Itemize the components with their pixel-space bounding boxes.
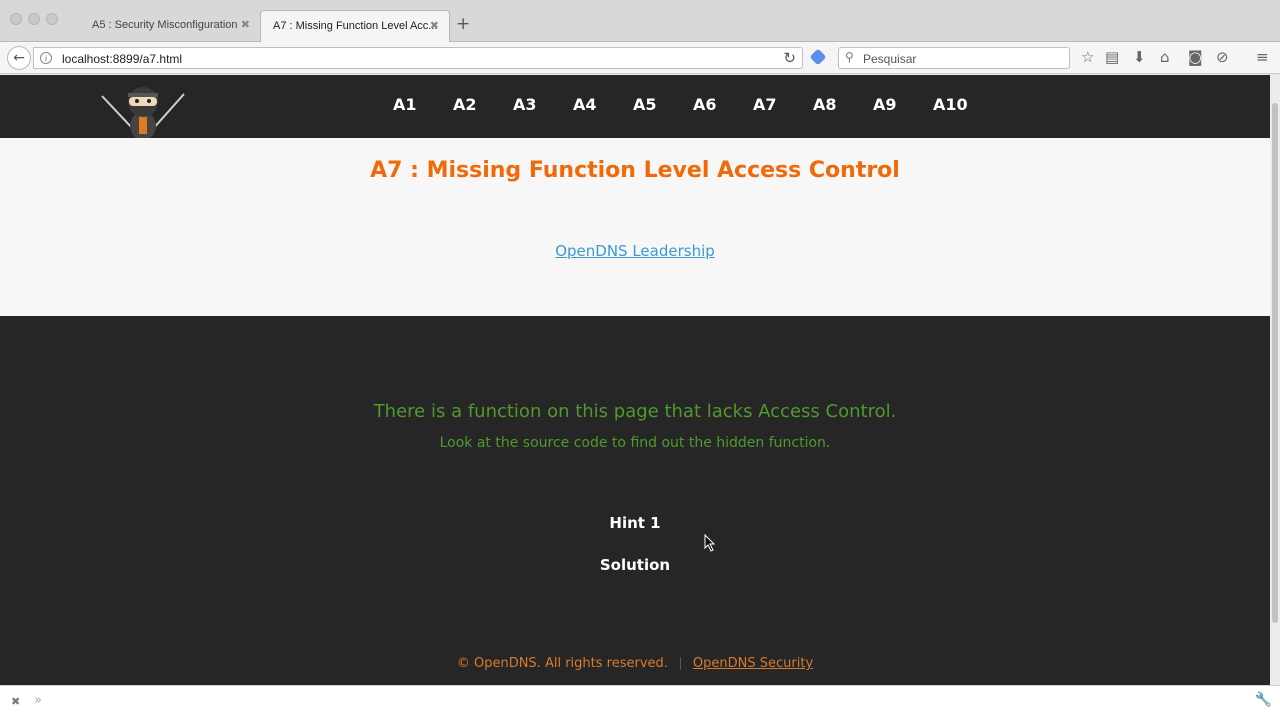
info-icon[interactable]: i bbox=[40, 52, 52, 64]
nav-link-a8[interactable]: A8 bbox=[813, 95, 837, 114]
tab-a5[interactable]: A5 : Security Misconfiguration ✖ bbox=[80, 10, 260, 42]
nav-link-a6[interactable]: A6 bbox=[693, 95, 717, 114]
challenge-instruction: Look at the source code to find out the … bbox=[439, 435, 831, 451]
nav-link-a1[interactable]: A1 bbox=[393, 95, 417, 114]
extension-icon[interactable] bbox=[809, 48, 827, 66]
opendns-leadership-link[interactable]: OpenDNS Leadership bbox=[0, 242, 1270, 260]
pocket-icon[interactable]: ◙ bbox=[1188, 48, 1203, 66]
addon-icon[interactable]: ⊘ bbox=[1216, 48, 1229, 66]
nav-link-a2[interactable]: A2 bbox=[453, 95, 477, 114]
star-icon[interactable]: ☆ bbox=[1081, 48, 1094, 66]
opendns-security-link[interactable]: OpenDNS Security bbox=[693, 656, 813, 671]
wrench-icon[interactable]: 🔧 bbox=[1255, 692, 1272, 708]
window-close-dot[interactable] bbox=[10, 13, 22, 25]
footer-divider bbox=[679, 657, 681, 670]
developer-bottom-bar: ✖ » 🔧 bbox=[0, 685, 1280, 720]
solution-button[interactable]: Solution bbox=[0, 556, 1270, 574]
menu-icon[interactable]: ≡ bbox=[1256, 48, 1269, 66]
url-text: localhost:8899/a7.html bbox=[62, 52, 183, 66]
window-minimize-dot[interactable] bbox=[28, 13, 40, 25]
footer-copyright: © OpenDNS. All rights reserved. bbox=[456, 656, 668, 671]
tab-label: A7 : Missing Function Level Acc... bbox=[273, 20, 438, 32]
reload-icon[interactable]: ↻ bbox=[783, 49, 796, 67]
tab-a7[interactable]: A7 : Missing Function Level Acc... ✖ bbox=[260, 10, 450, 43]
search-input[interactable]: ⚲ Pesquisar bbox=[838, 47, 1070, 69]
search-placeholder: Pesquisar bbox=[863, 52, 917, 66]
page-viewport: A1 A2 A3 A4 A5 A6 A7 A8 A9 A10 A7 : Miss… bbox=[0, 75, 1270, 685]
scrollbar-thumb[interactable] bbox=[1272, 103, 1278, 623]
hint-1-button[interactable]: Hint 1 bbox=[0, 514, 1270, 532]
browser-toolbar: ← i localhost:8899/a7.html ↻ ⚲ Pesquisar… bbox=[0, 42, 1280, 74]
footer: © OpenDNS. All rights reserved. OpenDNS S… bbox=[0, 656, 1270, 671]
page-scrollbar[interactable] bbox=[1270, 75, 1280, 685]
download-icon[interactable]: ⬇ bbox=[1133, 48, 1146, 66]
browser-tab-bar: A5 : Security Misconfiguration ✖ A7 : Mi… bbox=[0, 0, 1280, 43]
home-icon[interactable]: ⌂ bbox=[1160, 48, 1170, 66]
nav-link-a10[interactable]: A10 bbox=[933, 95, 968, 114]
title-section: A7 : Missing Function Level Access Contr… bbox=[0, 138, 1270, 316]
window-zoom-dot[interactable] bbox=[46, 13, 58, 25]
tab-close-icon[interactable]: ✖ bbox=[241, 18, 250, 31]
ninja-logo bbox=[101, 87, 185, 138]
tab-close-icon[interactable]: ✖ bbox=[430, 19, 439, 32]
mouse-cursor-icon bbox=[704, 534, 716, 552]
console-arrows-icon[interactable]: » bbox=[34, 693, 42, 708]
close-icon[interactable]: ✖ bbox=[11, 695, 20, 708]
search-icon: ⚲ bbox=[845, 50, 854, 64]
back-icon[interactable]: ← bbox=[7, 46, 31, 70]
nav-link-a7[interactable]: A7 bbox=[753, 95, 777, 114]
nav-link-a9[interactable]: A9 bbox=[873, 95, 897, 114]
new-tab-button[interactable]: + bbox=[456, 14, 470, 34]
site-navbar: A1 A2 A3 A4 A5 A6 A7 A8 A9 A10 bbox=[0, 75, 1270, 138]
reading-list-icon[interactable]: ▤ bbox=[1105, 48, 1119, 66]
challenge-section: There is a function on this page that la… bbox=[0, 316, 1270, 685]
nav-link-a4[interactable]: A4 bbox=[573, 95, 597, 114]
challenge-message: There is a function on this page that la… bbox=[373, 401, 897, 422]
page-title: A7 : Missing Function Level Access Contr… bbox=[370, 158, 900, 183]
tab-label: A5 : Security Misconfiguration bbox=[92, 19, 238, 31]
nav-link-a5[interactable]: A5 bbox=[633, 95, 657, 114]
nav-link-a3[interactable]: A3 bbox=[513, 95, 537, 114]
url-bar[interactable]: i localhost:8899/a7.html ↻ bbox=[33, 47, 803, 69]
